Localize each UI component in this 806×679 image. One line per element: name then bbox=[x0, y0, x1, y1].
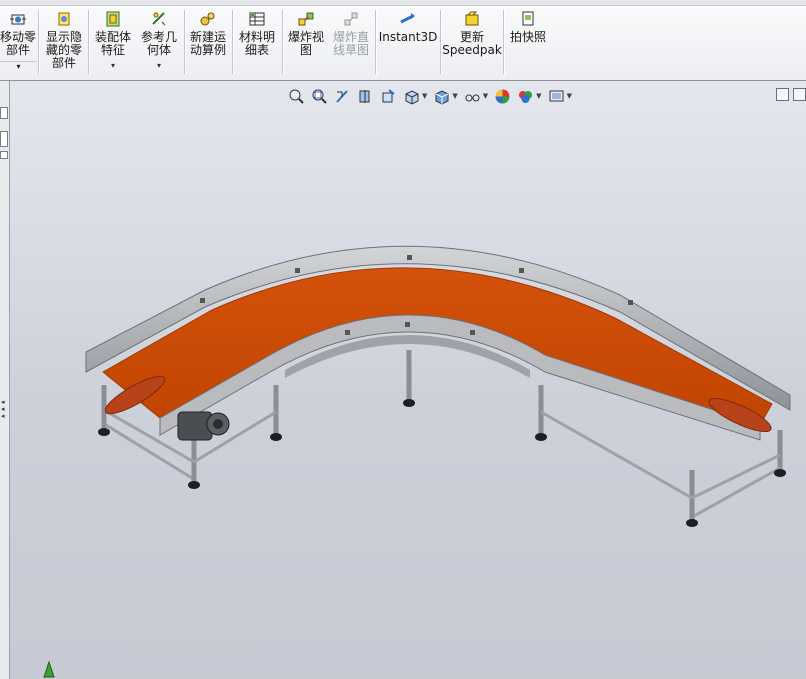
drive-motor bbox=[177, 411, 230, 441]
conveyor-model-view[interactable] bbox=[0, 0, 806, 679]
axis-triad-icon bbox=[43, 660, 55, 678]
